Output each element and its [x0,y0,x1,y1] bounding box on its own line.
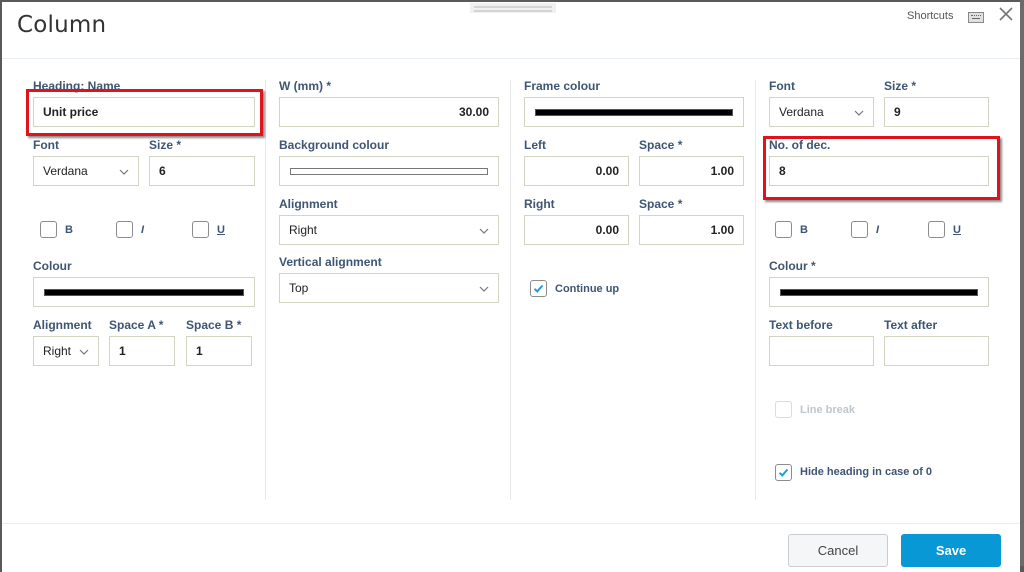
size-label: Size * [884,79,917,93]
checkmark-icon [778,468,789,477]
valign-select[interactable]: Top [279,273,499,303]
save-button[interactable]: Save [901,534,1001,567]
italic-checkbox[interactable] [116,221,133,238]
italic-label: I [141,224,145,236]
left-space-value: 1.00 [710,164,734,178]
alignment-label: Alignment [279,197,338,211]
text-before-input[interactable] [769,336,874,366]
frame-colour-label: Frame colour [524,79,601,93]
width-value: 30.00 [458,105,489,119]
continue-up-label: Continue up [555,283,620,295]
font-label: Font [769,79,795,93]
text-before-label: Text before [769,318,833,332]
valign-value: Top [289,281,309,295]
size-input[interactable]: 9 [884,97,989,127]
left-label: Left [524,138,546,152]
space-a-label: Space A * [109,318,164,332]
chevron-down-icon [854,107,864,117]
space-b-input[interactable]: 1 [186,336,252,366]
column-dialog: Column Shortcuts Heading: Name Unit pric… [2,2,1020,572]
left-value: 0.00 [595,164,619,178]
colour-swatch [780,288,978,296]
colour-picker[interactable] [33,277,255,307]
alignment-select[interactable]: Right [279,215,499,245]
underline-label: U [217,224,225,236]
bg-colour-label: Background colour [279,138,390,152]
font-value: Verdana [43,164,88,178]
font-select[interactable]: Verdana [33,156,139,186]
space-b-value: 1 [196,344,203,358]
column-divider [265,80,266,500]
shortcuts-link[interactable]: Shortcuts [907,10,953,22]
size-value: 6 [159,164,166,178]
chevron-down-icon [119,166,129,176]
drag-handle[interactable] [470,3,556,13]
underline-checkbox[interactable] [192,221,209,238]
text-after-input[interactable] [884,336,989,366]
right-value: 0.00 [595,223,619,237]
colour-label: Colour * [769,259,816,273]
underline-checkbox[interactable] [928,221,945,238]
text-after-label: Text after [884,318,938,332]
size-input[interactable]: 6 [149,156,255,186]
hide-heading-label: Hide heading in case of 0 [800,466,933,478]
right-space-input[interactable]: 1.00 [639,215,744,245]
bold-label: B [800,224,808,236]
close-icon[interactable] [998,6,1014,22]
colour-picker[interactable] [769,277,989,307]
italic-checkbox[interactable] [851,221,868,238]
bg-colour-swatch [290,167,488,175]
bg-colour-picker[interactable] [279,156,499,186]
space-a-value: 1 [119,344,126,358]
hide-heading-checkbox[interactable] [775,464,792,481]
right-space-label: Space * [639,197,683,211]
chevron-down-icon [79,346,89,356]
italic-label: I [876,224,880,236]
scrollbar[interactable] [1020,0,1024,566]
frame-colour-picker[interactable] [524,97,744,127]
bold-checkbox[interactable] [40,221,57,238]
highlight-decimals [763,136,1000,200]
dialog-title: Column [17,12,107,38]
keyboard-icon[interactable] [968,12,984,23]
alignment-value: Right [43,344,72,358]
colour-swatch [44,288,244,296]
frame-colour-swatch [535,108,733,116]
width-label: W (mm) * [279,79,331,93]
font-value: Verdana [779,105,824,119]
checkmark-icon [533,284,544,293]
bold-checkbox[interactable] [775,221,792,238]
font-select[interactable]: Verdana [769,97,874,127]
size-value: 9 [894,105,901,119]
space-b-label: Space B * [186,318,242,332]
right-space-value: 1.00 [710,223,734,237]
bold-label: B [65,224,73,236]
left-space-label: Space * [639,138,683,152]
font-label: Font [33,138,59,152]
left-space-input[interactable]: 1.00 [639,156,744,186]
space-a-input[interactable]: 1 [109,336,175,366]
column-divider [510,80,511,500]
header-divider [2,58,1020,59]
left-input[interactable]: 0.00 [524,156,629,186]
alignment-label: Alignment [33,318,92,332]
right-input[interactable]: 0.00 [524,215,629,245]
size-label: Size * [149,138,182,152]
continue-up-checkbox[interactable] [530,280,547,297]
colour-label: Colour [33,259,72,273]
alignment-value: Right [289,223,318,237]
valign-label: Vertical alignment [279,255,382,269]
chevron-down-icon [479,225,489,235]
column-divider [755,80,756,500]
underline-label: U [953,224,961,236]
line-break-checkbox[interactable] [775,401,792,418]
footer-divider [2,523,1020,524]
width-input[interactable]: 30.00 [279,97,499,127]
cancel-button[interactable]: Cancel [788,534,888,567]
right-label: Right [524,197,555,211]
chevron-down-icon [479,283,489,293]
alignment-select[interactable]: Right [33,336,99,366]
line-break-label: Line break [800,404,856,416]
highlight-heading-name [26,89,263,136]
